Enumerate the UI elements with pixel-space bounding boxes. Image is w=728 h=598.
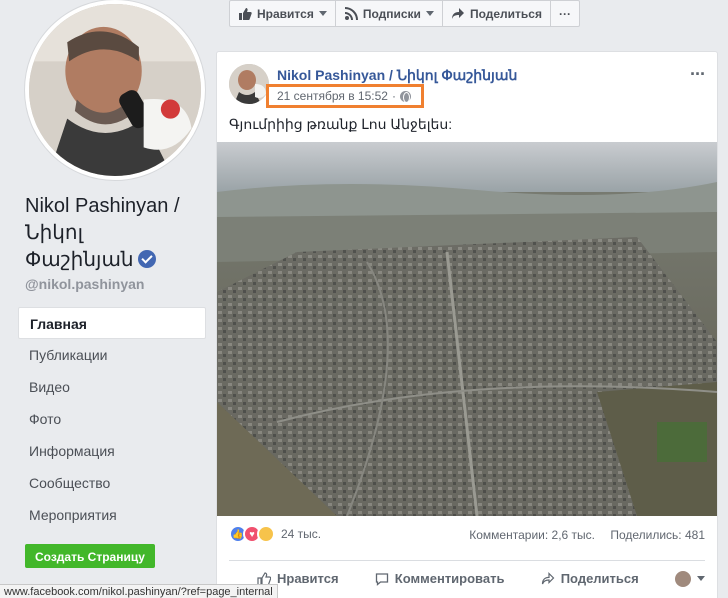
- page-more-button[interactable]: ···: [549, 0, 580, 27]
- post-text: Գյումրիից թռանք Լոս Անջելես:: [229, 116, 453, 132]
- page-share-button[interactable]: Поделиться: [441, 0, 551, 27]
- post-comment-button[interactable]: Комментировать: [375, 571, 505, 586]
- chevron-down-icon: [425, 11, 434, 16]
- post-share-button[interactable]: Поделиться: [541, 571, 639, 586]
- profile-picture[interactable]: [25, 0, 205, 180]
- post-photo[interactable]: [217, 142, 717, 516]
- post-stats: Комментарии: 2,6 тыс. Поделились: 481: [469, 528, 705, 542]
- sidebar-item-events[interactable]: Мероприятия: [18, 499, 206, 531]
- thumbs-up-icon: [239, 7, 252, 20]
- post-card: Nikol Pashinyan / Նիկոլ Փաշինյան 21 сент…: [216, 51, 718, 598]
- post-timestamp-link[interactable]: 21 сентября в 15:52: [277, 89, 388, 103]
- rss-icon: [344, 6, 358, 20]
- profile-photo-illustration: [29, 4, 201, 176]
- sidebar-item-about[interactable]: Информация: [18, 435, 206, 467]
- page-action-bar: Нравится Подписки Поделиться ···: [229, 0, 580, 27]
- post-as-selector[interactable]: [674, 570, 705, 587]
- page-like-label: Нравится: [257, 6, 314, 21]
- more-dots-icon: ···: [558, 6, 571, 21]
- timestamp-separator: ·: [391, 89, 396, 103]
- author-avatar-illustration: [229, 64, 269, 104]
- wow-reaction-icon: [257, 525, 275, 543]
- page-follow-label: Подписки: [362, 6, 421, 21]
- create-page-button[interactable]: Создать Страницу: [25, 544, 155, 568]
- viewer-avatar: [674, 570, 691, 587]
- sidebar-item-photos[interactable]: Фото: [18, 403, 206, 435]
- post-options-icon[interactable]: ···: [690, 64, 706, 85]
- comments-count-link[interactable]: Комментарии: 2,6 тыс.: [469, 528, 595, 542]
- sidebar-item-home[interactable]: Главная: [18, 307, 206, 339]
- post-author-name[interactable]: Nikol Pashinyan / Նիկոլ Փաշինյան: [277, 67, 517, 84]
- verified-badge-icon: [137, 250, 156, 268]
- reactions-summary[interactable]: 👍 ♥ 24 тыс.: [229, 525, 321, 543]
- chevron-down-icon: [318, 11, 327, 16]
- post-comment-label: Комментировать: [394, 571, 505, 586]
- globe-icon[interactable]: [399, 90, 411, 103]
- aerial-city-photo: [217, 142, 717, 516]
- post-author-avatar[interactable]: [229, 64, 269, 104]
- share-arrow-icon: [451, 7, 464, 19]
- comment-icon: [375, 572, 388, 586]
- status-bar-url: www.facebook.com/nikol.pashinyan/?ref=pa…: [0, 584, 278, 598]
- page-title-text: Nikol Pashinyan / Նիկոլ Փաշինյան: [25, 195, 180, 271]
- page-share-label: Поделиться: [469, 6, 542, 21]
- page-username[interactable]: @nikol.pashinyan: [25, 276, 144, 292]
- post-actions-bar: Нравится Комментировать Поделиться: [229, 560, 705, 596]
- reaction-count: 24 тыс.: [281, 527, 322, 541]
- post-share-label: Поделиться: [560, 571, 639, 586]
- page-title: Nikol Pashinyan / Նիկոլ Փաշինյան: [25, 193, 195, 274]
- sidebar-nav: Главная Публикации Видео Фото Информация…: [18, 307, 206, 531]
- sidebar-item-posts[interactable]: Публикации: [18, 339, 206, 371]
- chevron-down-icon: [696, 576, 705, 581]
- page-follow-button[interactable]: Подписки: [334, 0, 443, 27]
- post-timestamp: 21 сентября в 15:52 ·: [277, 89, 411, 103]
- page-like-button[interactable]: Нравится: [229, 0, 336, 27]
- share-arrow-icon: [541, 571, 555, 584]
- sidebar-item-videos[interactable]: Видео: [18, 371, 206, 403]
- post-like-label: Нравится: [277, 571, 339, 586]
- sidebar-item-community[interactable]: Сообщество: [18, 467, 206, 499]
- shares-count-link[interactable]: Поделились: 481: [610, 528, 705, 542]
